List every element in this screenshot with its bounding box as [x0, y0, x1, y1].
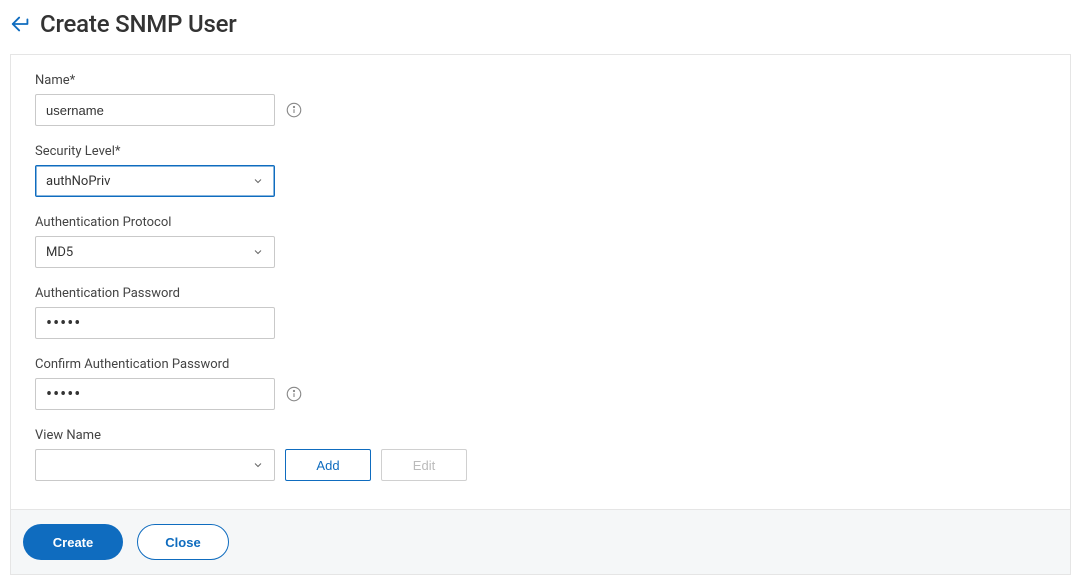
chevron-down-icon — [252, 246, 264, 258]
add-button[interactable]: Add — [285, 449, 371, 481]
field-name: Name* — [35, 73, 1046, 126]
close-button[interactable]: Close — [137, 524, 229, 560]
create-button[interactable]: Create — [23, 524, 123, 560]
auth-protocol-value: MD5 — [46, 245, 73, 260]
info-icon[interactable] — [285, 101, 303, 119]
password-mask: ••••• — [46, 384, 81, 405]
auth-protocol-select[interactable]: MD5 — [35, 236, 275, 268]
auth-password-input[interactable]: ••••• — [35, 307, 275, 339]
field-auth-password: Authentication Password ••••• — [35, 286, 1046, 339]
chevron-down-icon — [252, 175, 264, 187]
chevron-down-icon — [252, 459, 264, 471]
edit-button: Edit — [381, 449, 467, 481]
confirm-auth-password-label: Confirm Authentication Password — [35, 357, 1046, 372]
page-title: Create SNMP User — [40, 10, 237, 38]
field-confirm-auth-password: Confirm Authentication Password ••••• — [35, 357, 1046, 410]
back-arrow-icon[interactable] — [10, 13, 32, 35]
auth-password-label: Authentication Password — [35, 286, 1046, 301]
field-auth-protocol: Authentication Protocol MD5 — [35, 215, 1046, 268]
confirm-auth-password-input[interactable]: ••••• — [35, 378, 275, 410]
security-level-select[interactable]: authNoPriv — [35, 165, 275, 197]
field-security-level: Security Level* authNoPriv — [35, 144, 1046, 197]
password-mask: ••••• — [46, 313, 81, 334]
name-label: Name* — [35, 73, 1046, 88]
form-panel: Name* Security Level* a — [10, 54, 1071, 575]
page-header: Create SNMP User — [10, 10, 1071, 38]
info-icon[interactable] — [285, 385, 303, 403]
field-view-name: View Name Add Edit — [35, 428, 1046, 481]
view-name-label: View Name — [35, 428, 1046, 443]
view-name-select[interactable] — [35, 449, 275, 481]
name-input[interactable] — [35, 94, 275, 126]
security-level-value: authNoPriv — [46, 174, 110, 189]
security-level-label: Security Level* — [35, 144, 1046, 159]
auth-protocol-label: Authentication Protocol — [35, 215, 1046, 230]
